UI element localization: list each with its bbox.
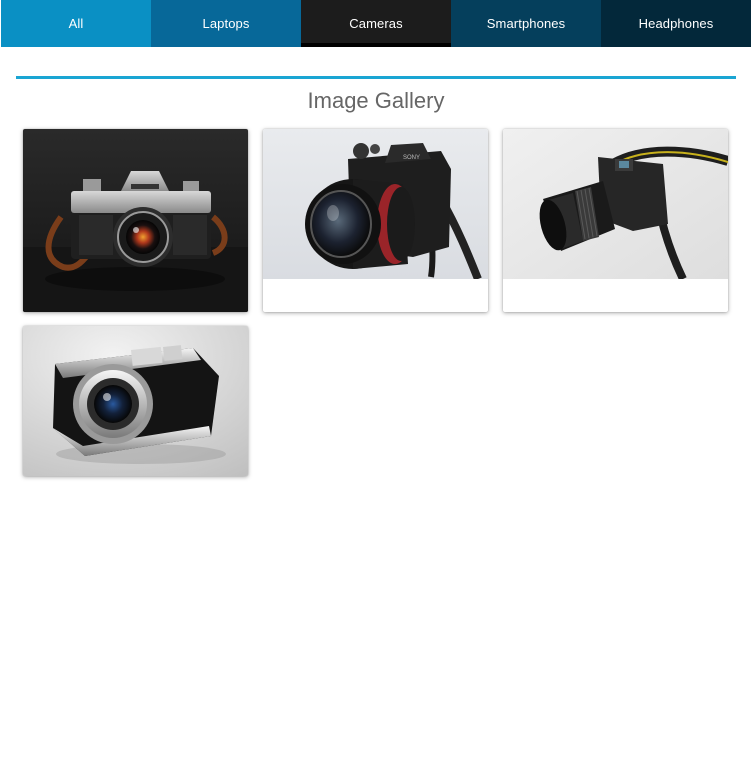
mirrorless-camera-photo: SONY [263,129,488,279]
tab-cameras[interactable]: Cameras [301,0,451,47]
tab-smartphones[interactable]: Smartphones [451,0,601,47]
gallery-card-rangefinder-camera[interactable] [23,326,248,476]
title-divider [16,76,736,79]
dslr-camera-photo [503,129,728,279]
svg-text:SONY: SONY [403,155,420,161]
tab-laptops[interactable]: Laptops [151,0,301,47]
rangefinder-camera-photo [23,326,248,476]
gallery-card-mirrorless-camera[interactable]: SONY [263,129,488,312]
gallery-card-vintage-film-camera[interactable] [23,129,248,312]
gallery-card-dslr-camera[interactable] [503,129,728,312]
category-tab-bar: All Laptops Cameras Smartphones Headphon… [1,0,751,47]
tab-headphones[interactable]: Headphones [601,0,751,47]
page-title: Image Gallery [307,88,445,113]
tab-all[interactable]: All [1,0,151,47]
vintage-film-camera-photo [23,129,248,312]
